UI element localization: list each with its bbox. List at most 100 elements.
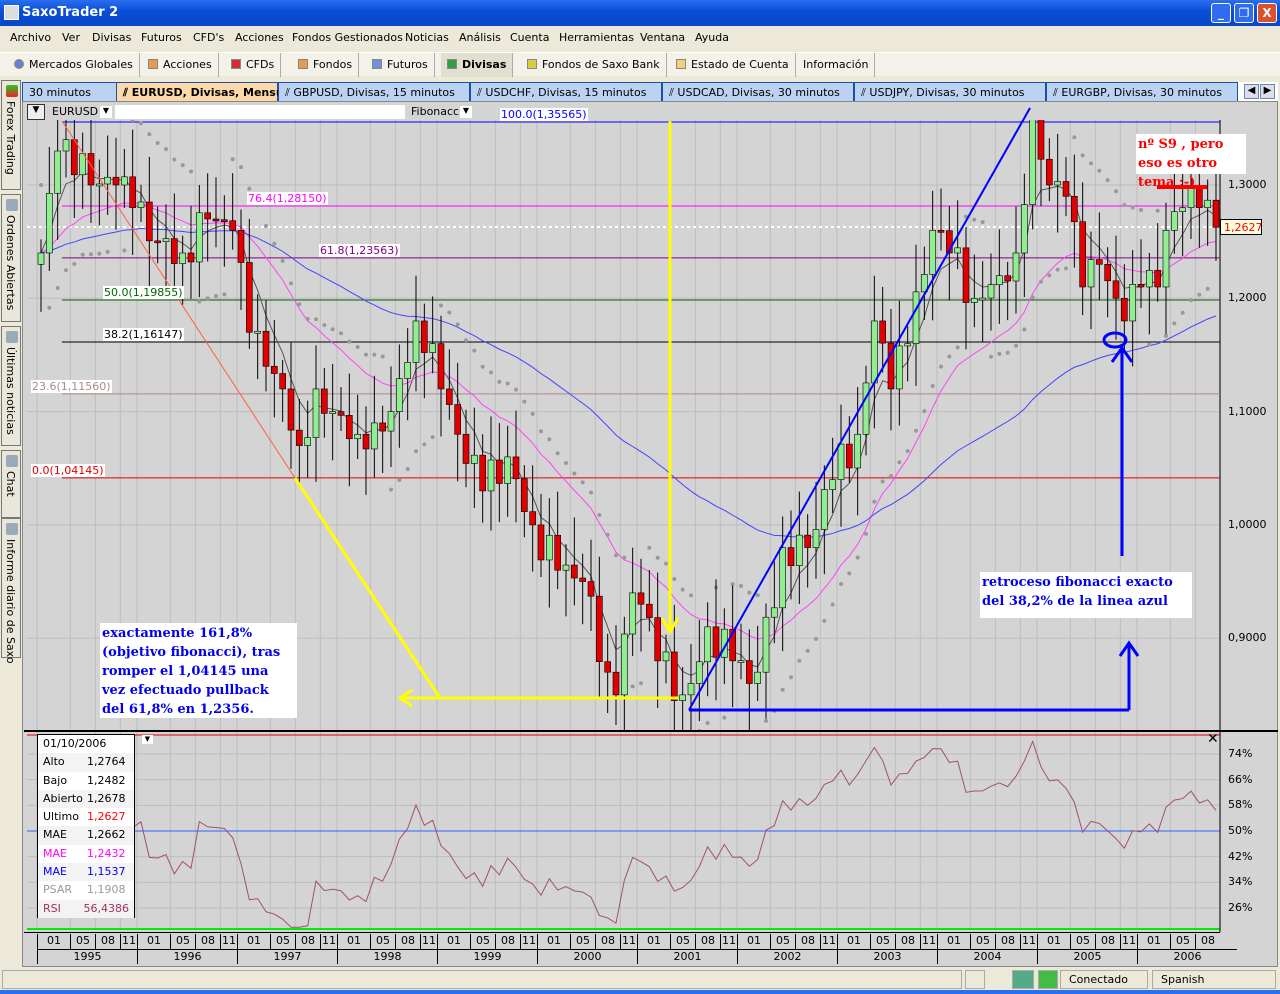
candle [896,300,903,426]
psar-dot [930,384,935,389]
tooltip-value: 56,4386 [83,901,130,915]
psar-dot [897,460,902,465]
price-tick-label: 1,2000 [1228,291,1267,305]
candle-body [229,220,236,231]
candle [379,405,386,474]
psar-dot [347,339,352,344]
fib-level-label: 0.0(1,04145) [31,463,105,477]
candle [787,510,795,600]
rsi-tick-label: 50% [1228,824,1253,837]
tooltip-label: MAE [43,846,67,860]
annotation-top-right: nº S9 , pero eso es otro tema ;-) [1136,134,1246,190]
candle-body [312,388,320,438]
psar-dot [839,581,843,586]
candle [54,120,61,240]
candle [304,400,311,478]
candle-body [779,547,786,609]
tooltip-value: 1,2432 [87,846,126,860]
candle [1204,179,1211,246]
psar-dot [889,474,893,479]
fib-level-label: 100.0(1,35565) [500,107,588,121]
psar-dot [1047,273,1052,278]
psar-dot [664,561,668,566]
psar-dot [64,268,68,273]
candle-body [1204,199,1211,208]
fib-level-label: 61.8(1,23563) [319,243,400,257]
close-pane-icon[interactable]: ✕ [1207,731,1219,747]
candle [71,120,78,218]
candle-body [987,284,995,299]
psar-dot [614,553,618,558]
psar-dot [847,571,852,576]
candle-body [246,262,253,333]
candle-body [221,219,228,222]
candle-body [671,651,678,701]
candle-body [362,433,370,450]
psar-dot [539,429,543,434]
candle [604,633,611,714]
price-tick-label: 1,1000 [1228,404,1267,418]
candle-body [204,212,211,220]
candle-body [1079,221,1086,288]
candle [279,359,286,422]
tooltip-dropdown[interactable]: ▼ [142,735,153,744]
candle [1087,231,1095,330]
candle-body [912,291,920,344]
price-chart[interactable] [0,0,1280,994]
month-label: 11 [320,934,336,949]
psar-dot [1180,310,1185,315]
candle [971,254,978,328]
chat-status-icon[interactable] [965,970,985,989]
candle-body [1004,275,1011,282]
candle-body [996,275,1003,286]
tooltip-row: PSAR 1,1908 [38,881,134,899]
candle [362,406,370,495]
lock-icon [1038,970,1058,989]
candle-body [1087,259,1095,288]
psar-dot [397,478,402,483]
candle-body [804,534,811,548]
candle-body [496,459,503,484]
candle [396,344,403,448]
candle-body [237,230,245,263]
rsi-tick-label: 74% [1228,746,1253,760]
candle-body [537,524,545,561]
psar-dot [364,352,368,357]
candle-body [262,330,270,367]
psar-dot [1139,208,1143,213]
month-label: 08 [495,934,520,949]
psar-dot [705,720,710,725]
candle [471,407,478,508]
psar-dot [789,675,793,680]
month-label: 11 [420,934,436,949]
candle [154,206,161,264]
candle-body [529,511,536,526]
month-label: 05 [870,934,895,949]
psar-dot [197,299,202,304]
psar-dot [147,132,152,137]
year-label: 2002 [737,949,837,964]
month-label: 08 [395,934,420,949]
psar-dot [422,442,427,447]
candle [329,364,336,461]
month-label: 11 [120,934,136,949]
psar-dot [1005,350,1010,355]
tooltip-row: MAE 1,2662 [38,826,134,845]
psar-dot [1105,178,1110,183]
candle-body [712,626,720,658]
candle [171,193,178,294]
month-label: 05 [570,934,595,949]
candle-body [1162,230,1170,288]
psar-dot [1014,343,1018,348]
psar-dot [680,587,685,592]
psar-dot [305,316,310,321]
candle [729,585,736,708]
month-label: 01 [1137,934,1170,949]
candle-body [896,345,903,390]
candle-body [829,479,836,490]
candle [96,159,103,226]
tooltip-row: RSI 56,4386 [38,899,134,918]
psar-dot [597,513,602,518]
candle-body [662,651,670,662]
psar-dot [405,467,410,472]
